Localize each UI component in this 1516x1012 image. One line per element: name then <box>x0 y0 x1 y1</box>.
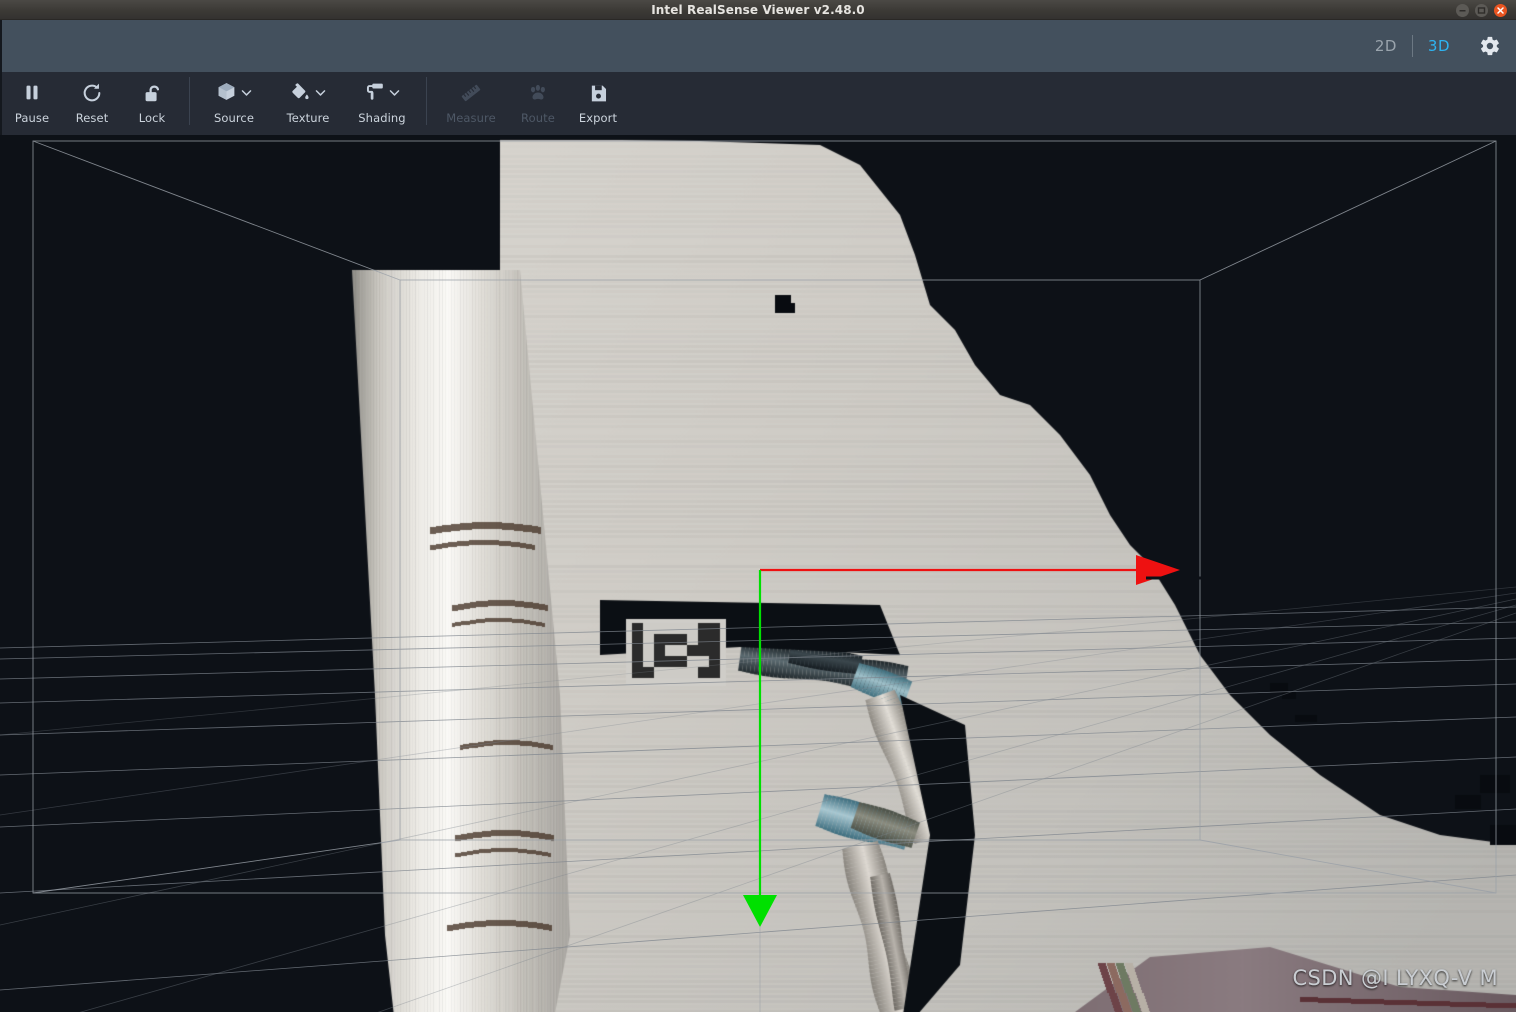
shading-dropdown[interactable]: Shading <box>345 72 419 135</box>
paint-roller-icon <box>364 81 385 106</box>
chevron-down-icon <box>240 84 253 103</box>
toolbar-divider-2 <box>426 77 427 125</box>
source-dropdown[interactable]: Source <box>197 72 271 135</box>
minimize-button[interactable] <box>1456 4 1469 17</box>
reset-label: Reset <box>75 111 109 125</box>
maximize-button[interactable] <box>1475 4 1488 17</box>
main-toolbar: Pause Reset Lock Source Texture Shading … <box>0 72 1516 135</box>
close-icon <box>1497 7 1504 14</box>
lock-button[interactable]: Lock <box>122 72 182 135</box>
export-button[interactable]: Export <box>568 72 628 135</box>
bounding-box-wireframe <box>32 140 1497 894</box>
maximize-icon <box>1477 7 1486 14</box>
floor-grid <box>0 586 1516 1012</box>
pause-label: Pause <box>14 111 50 125</box>
export-label: Export <box>578 111 618 125</box>
route-label: Route <box>521 111 555 125</box>
gear-icon <box>1480 36 1499 56</box>
paw-icon <box>527 80 549 106</box>
unlock-icon <box>141 80 163 106</box>
view-mode-bar: 2D 3D <box>0 20 1516 72</box>
window-title: Intel RealSense Viewer v2.48.0 <box>651 3 865 17</box>
paint-bucket-icon <box>290 81 311 106</box>
reset-icon <box>81 80 103 106</box>
tab-3d[interactable]: 3D <box>1413 20 1465 72</box>
save-icon <box>588 80 609 106</box>
title-bar: Intel RealSense Viewer v2.48.0 <box>0 0 1516 20</box>
measure-button: Measure <box>434 72 508 135</box>
texture-dropdown[interactable]: Texture <box>271 72 345 135</box>
chevron-down-icon <box>388 84 401 103</box>
ruler-icon <box>460 80 482 106</box>
settings-button[interactable] <box>1478 34 1502 58</box>
scene-overlay <box>0 140 1516 1012</box>
x-axis-arrow <box>760 555 1206 585</box>
lock-label: Lock <box>138 111 166 125</box>
measure-label: Measure <box>446 111 496 125</box>
pause-button[interactable]: Pause <box>2 72 62 135</box>
source-label: Source <box>213 111 255 125</box>
close-button[interactable] <box>1494 4 1507 17</box>
pointcloud-viewport[interactable]: CSDN @I LYXQ-V M <box>0 135 1516 1012</box>
realsense-viewer-window: Intel RealSense Viewer v2.48.0 2D 3D Pau… <box>0 0 1516 1012</box>
reset-button[interactable]: Reset <box>62 72 122 135</box>
route-button: Route <box>508 72 568 135</box>
pause-icon <box>21 80 43 106</box>
cube-icon <box>216 81 237 106</box>
shading-label: Shading <box>358 111 406 125</box>
chevron-down-icon <box>314 84 327 103</box>
toolbar-divider <box>189 77 190 125</box>
tab-2d[interactable]: 2D <box>1360 20 1412 72</box>
texture-label: Texture <box>286 111 330 125</box>
minimize-icon <box>1459 10 1466 12</box>
